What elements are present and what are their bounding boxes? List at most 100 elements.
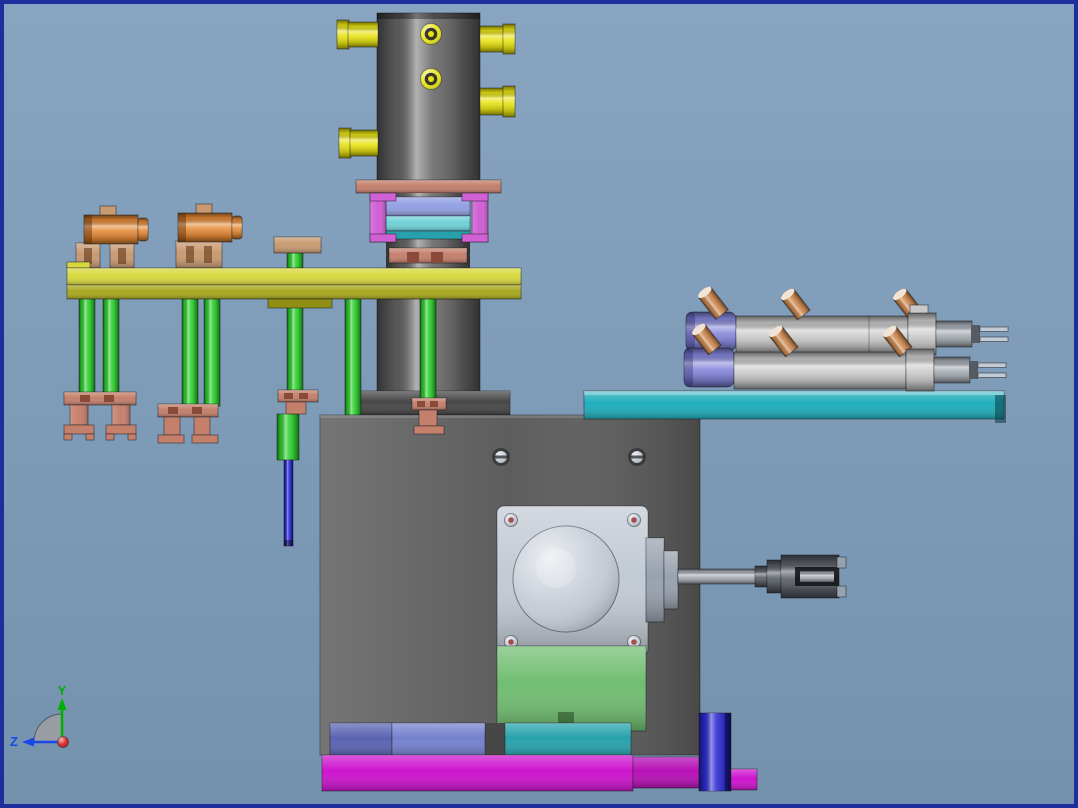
pin [977,372,1007,378]
blue-cap [684,348,693,387]
pin [979,336,1009,342]
magenta-base-right [632,756,700,789]
y-axis-label: Y [58,683,67,698]
coupling-tooth [836,585,847,598]
part-slide-plate[interactable] [583,390,1006,423]
clamp-mid [111,404,131,426]
shaft-tip [971,325,980,343]
body [479,87,505,116]
part-clamp-plate[interactable] [355,179,502,194]
coupling-collar [766,559,782,594]
teal-block [504,722,632,758]
triad-wedge [33,713,63,743]
clamp-block [285,401,307,415]
cap [502,23,516,55]
slot [204,246,212,263]
body [479,25,505,53]
notch [558,712,574,724]
part-push-rod[interactable] [276,413,300,547]
slot [192,407,202,414]
teal-strip [385,230,471,240]
mini-tab [407,252,419,263]
screw-center [508,517,514,523]
gap-strip [484,723,505,755]
flange [157,434,185,444]
slate-block-dark [329,722,393,758]
slate-block [391,722,486,758]
flange [105,424,137,435]
coupling-pin [800,571,834,582]
flange [191,434,219,444]
shaft-tip [969,361,978,379]
pin [977,362,1007,368]
flange-step [663,550,679,610]
cap [137,217,149,242]
block [175,240,223,269]
body [347,21,379,48]
rod [286,252,304,269]
pin [979,326,1009,332]
olive-strip [267,298,333,309]
body [177,212,233,243]
screw-slot [494,455,508,459]
flange [645,537,665,623]
rod-tip [284,540,293,546]
hub [428,76,434,82]
part-sensor-cylinders[interactable] [83,203,243,245]
rod [181,298,199,407]
slot [118,248,126,264]
foot [63,433,73,441]
origin-triad[interactable]: Y Z [10,683,69,749]
slot [80,395,90,402]
body [83,214,139,245]
part-green-base-plate[interactable] [496,645,647,732]
foot [127,433,137,441]
z-arrowhead [22,737,34,747]
piston-shaft [935,320,973,348]
flange [63,424,95,435]
body [349,129,379,157]
slot [417,401,425,407]
seam [868,316,870,353]
cap [502,85,516,118]
y-arrowhead [57,698,67,710]
screw-slot [630,455,644,459]
bar-bottom [66,284,522,300]
face [583,390,1005,420]
ring [178,213,186,242]
part-actuator-upper[interactable] [685,285,1009,356]
mini-tab [431,252,443,263]
magenta-base [321,754,634,792]
piston-shaft [933,356,971,384]
face [355,179,502,194]
bar-top [66,267,522,286]
blue-rod [283,459,294,547]
cap [338,127,352,159]
slot [104,395,114,402]
cad-viewport-3d[interactable]: Y Z [0,0,1078,808]
coupling-tooth [836,556,847,569]
periwinkle-block [385,196,471,217]
cad-window: Y Z [0,0,1078,808]
slot [299,393,308,399]
right-tab-bottom [461,233,489,243]
foot [85,433,95,441]
slot [168,407,178,414]
blue-block-edge [725,713,731,791]
shaft-ring [754,565,768,588]
screw-center [631,639,637,645]
actuator-body [735,315,909,354]
left-tab-top [369,192,397,202]
z-axis-label: Z [10,734,18,749]
top-highlight [584,391,1004,395]
rod [102,298,120,395]
actuator-body [733,351,907,390]
magenta-step [730,768,758,791]
screw-center [508,639,514,645]
part-bracket-stack[interactable] [369,192,489,268]
cap [336,19,350,50]
clamp-bar [157,403,219,418]
plate [273,236,322,254]
end-step [905,348,935,392]
right-tab-top [461,192,489,202]
